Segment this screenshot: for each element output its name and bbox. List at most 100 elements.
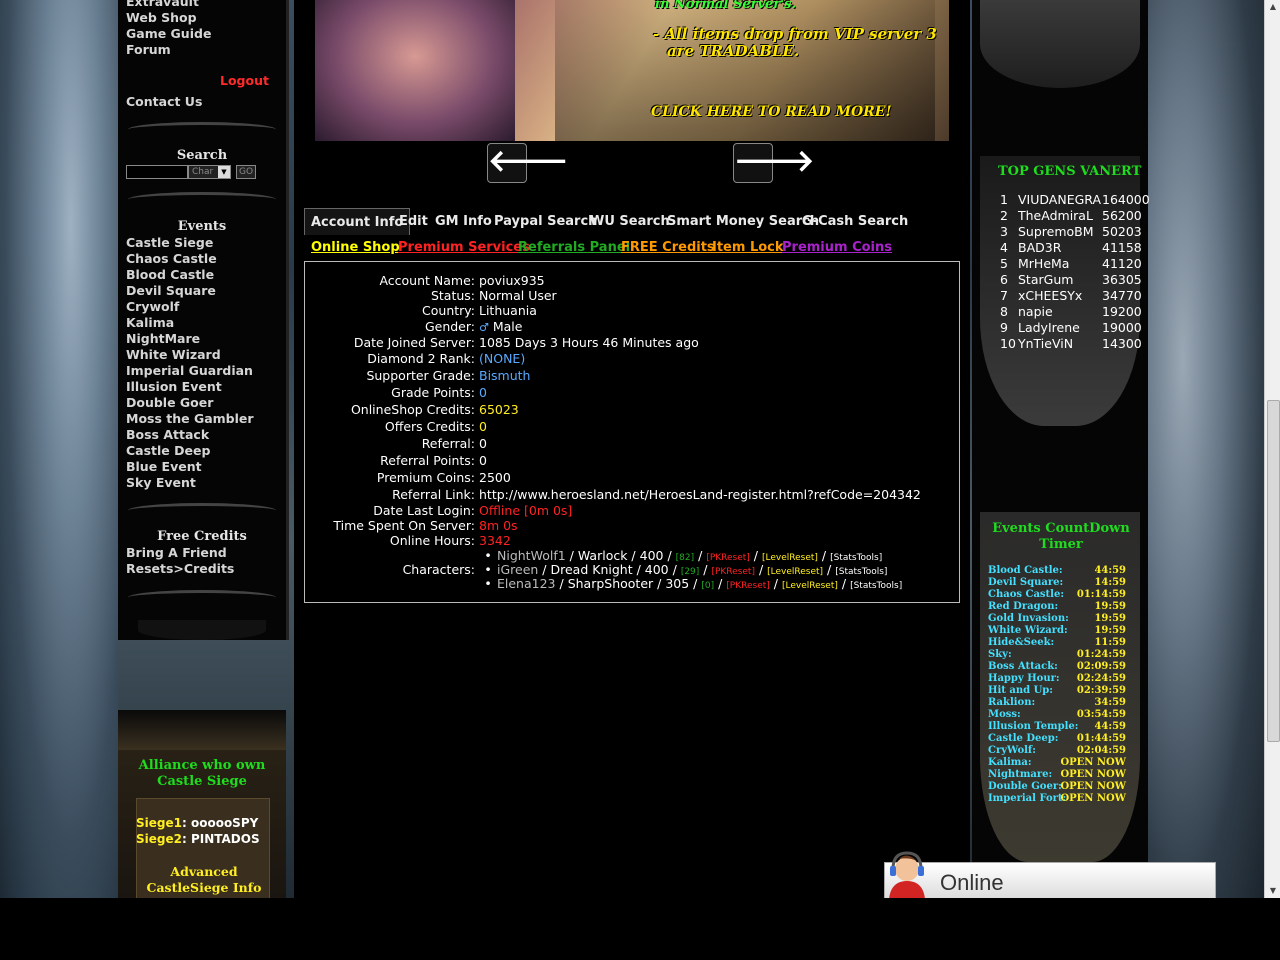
advanced-castlesiege-link[interactable]: Advanced CastleSiege Info <box>140 864 268 896</box>
event-time: 44:59 <box>1094 721 1126 732</box>
gens-score: 41120 <box>1102 256 1142 271</box>
tab-gm-info[interactable]: GM Info <box>435 208 492 234</box>
account-row: Status: Normal User <box>305 288 959 304</box>
page-scrollbar[interactable]: ▲ ▼ <box>1264 0 1280 898</box>
tab-edit[interactable]: Edit <box>399 208 428 234</box>
background-sky-right <box>1148 0 1264 898</box>
banner-line1: in Normal Server's. <box>655 0 796 12</box>
row-value: (NONE) <box>479 351 526 366</box>
account-row: Online Hours: 3342 <box>305 533 959 549</box>
account-row: Offers Credits: 0 <box>305 419 959 435</box>
row-value: 65023 <box>479 402 519 417</box>
scroll-down-icon[interactable]: ▼ <box>1265 884 1280 898</box>
free-credits-bring-friend[interactable]: Bring A Friend <box>126 545 227 561</box>
menu-separator <box>128 590 276 605</box>
event-time: 44:59 <box>1094 565 1126 576</box>
event-time: 01:24:59 <box>1076 649 1126 660</box>
event-link-imperial-guardian[interactable]: Imperial Guardian <box>126 363 253 379</box>
event-timer-row: Happy Hour: 02:24:59 <box>988 673 1138 685</box>
free-credits-heading: Free Credits <box>157 529 247 544</box>
character-level: 305 <box>665 576 690 591</box>
event-timer-row: Hit and Up: 02:39:59 <box>988 685 1138 697</box>
event-time: 02:09:59 <box>1076 661 1126 672</box>
event-time: 01:14:59 <box>1076 589 1126 600</box>
event-link-blue-event[interactable]: Blue Event <box>126 459 202 475</box>
search-go-button[interactable]: GO <box>236 165 256 179</box>
menu-link-forum[interactable]: Forum <box>126 42 171 58</box>
event-link-sky-event[interactable]: Sky Event <box>126 475 196 491</box>
level-reset-link[interactable]: [LevelReset] <box>782 581 838 591</box>
tab-account-info[interactable]: Account Info <box>304 208 411 235</box>
event-timer-row: CryWolf: 02:04:59 <box>988 745 1138 757</box>
row-label: Referral Link: <box>392 487 475 502</box>
event-link-kalima[interactable]: Kalima <box>126 315 174 331</box>
gens-name: napie <box>1018 304 1053 319</box>
online-chat-widget[interactable]: Online <box>884 851 1216 898</box>
event-time: OPEN NOW <box>1060 769 1126 780</box>
row-value: 0 <box>479 453 487 468</box>
event-link-illusion-event[interactable]: Illusion Event <box>126 379 222 395</box>
account-info-panel: Account Name: poviux935 Status: Normal Us… <box>304 261 960 603</box>
event-link-castle-deep[interactable]: Castle Deep <box>126 443 210 459</box>
menu-link-game-guide[interactable]: Game Guide <box>126 26 211 42</box>
tab-paypal-search[interactable]: Paypal Search <box>494 208 597 234</box>
menu-link-web-shop[interactable]: Web Shop <box>126 10 197 26</box>
event-time: OPEN NOW <box>1060 793 1126 804</box>
link-item-lock[interactable]: Item Lock <box>712 240 784 255</box>
event-link-nightmare[interactable]: NightMare <box>126 331 200 347</box>
tab-smart-money-search[interactable]: Smart Money Search <box>667 208 819 234</box>
link-free-credits[interactable]: FREE Credits <box>621 240 715 255</box>
logout-link[interactable]: Logout <box>220 73 269 89</box>
siege1-label: Siege1 <box>136 816 182 830</box>
row-label: Diamond 2 Rank: <box>367 351 475 366</box>
link-premium-coins[interactable]: Premium Coins <box>782 240 892 255</box>
event-link-blood-castle[interactable]: Blood Castle <box>126 267 214 283</box>
event-link-moss-gambler[interactable]: Moss the Gambler <box>126 411 254 427</box>
menu-link-contact[interactable]: Contact Us <box>126 94 202 110</box>
row-label: Referral Points: <box>380 453 475 468</box>
event-name: Devil Square: <box>988 577 1064 588</box>
referral-link-value[interactable]: http://www.heroesland.net/HeroesLand-reg… <box>479 487 921 502</box>
page-viewport: Extravault Web Shop Game Guide Forum Log… <box>0 0 1264 898</box>
prev-arrow-button[interactable]: 🡐 <box>487 143 568 183</box>
search-type-select[interactable]: Char ▼ <box>188 165 231 179</box>
stats-tools-link[interactable]: [StatsTools] <box>850 581 902 591</box>
main-content: in Normal Server's. - All items drop fro… <box>294 0 970 898</box>
event-name: Nightmare: <box>988 769 1053 780</box>
character-item: • Elena123 / SharpShooter / 305 / [0] / [… <box>479 576 902 591</box>
arrow-right-icon: 🡒 <box>734 144 815 179</box>
event-link-devil-square[interactable]: Devil Square <box>126 283 216 299</box>
gens-name: xCHEESYx <box>1018 288 1083 303</box>
scroll-thumb[interactable] <box>1267 400 1280 742</box>
event-link-double-goer[interactable]: Double Goer <box>126 395 213 411</box>
next-arrow-button[interactable]: 🡒 <box>733 143 814 183</box>
row-label: OnlineShop Credits: <box>350 402 475 417</box>
pk-reset-link[interactable]: [PKReset] <box>726 581 770 591</box>
promo-banner[interactable]: in Normal Server's. - All items drop fro… <box>315 0 949 141</box>
event-name: CryWolf: <box>988 745 1036 756</box>
event-link-chaos-castle[interactable]: Chaos Castle <box>126 251 217 267</box>
row-label: Country: <box>422 303 475 318</box>
gens-name: MrHeMa <box>1018 256 1070 271</box>
event-timer-row: Blood Castle: 44:59 <box>988 565 1138 577</box>
event-timer-row: Nightmare: OPEN NOW <box>988 769 1138 781</box>
scroll-up-icon[interactable]: ▲ <box>1265 0 1280 14</box>
link-online-shop[interactable]: Online Shop <box>311 240 400 255</box>
tab-gcash-search[interactable]: G-Cash Search <box>802 208 908 234</box>
siege1-line: Siege1: oooooSPY <box>136 816 258 830</box>
event-name: Gold Invasion: <box>988 613 1069 624</box>
gens-name: StarGum <box>1018 272 1074 287</box>
free-credits-resets[interactable]: Resets>Credits <box>126 561 234 577</box>
event-link-castle-siege[interactable]: Castle Siege <box>126 235 213 251</box>
tab-wu-search[interactable]: WU Search <box>590 208 670 234</box>
search-input[interactable] <box>126 165 188 179</box>
event-link-boss-attack[interactable]: Boss Attack <box>126 427 209 443</box>
event-link-white-wizard[interactable]: White Wizard <box>126 347 221 363</box>
siege2-line: Siege2: PINTADOS <box>136 832 260 846</box>
menu-link-extravault[interactable]: Extravault <box>126 0 199 10</box>
event-link-crywolf[interactable]: Crywolf <box>126 299 179 315</box>
event-timer-row: White Wizard: 19:59 <box>988 625 1138 637</box>
link-premium-services[interactable]: Premium Services <box>398 240 530 255</box>
event-timer-row: Raklion: 34:59 <box>988 697 1138 709</box>
link-referrals-panel[interactable]: Referrals Panel <box>518 240 630 255</box>
